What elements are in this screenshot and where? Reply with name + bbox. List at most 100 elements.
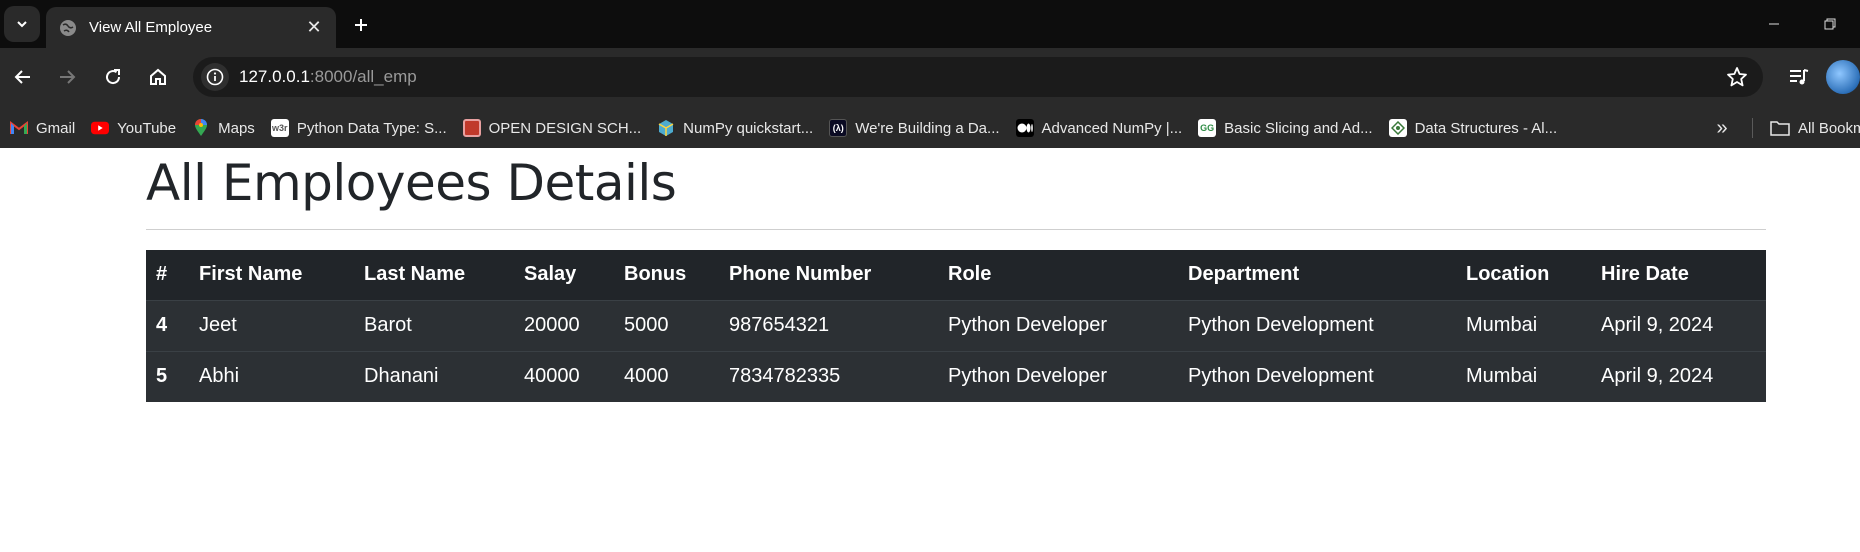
all-bookmarks-button[interactable]: All Bookmarks [1770,108,1860,148]
medium-icon [1015,119,1034,137]
header-phone-number: Phone Number [719,250,938,301]
profile-avatar[interactable] [1826,60,1860,94]
cell-first-name: Jeet [189,300,354,352]
bookmark-star-button[interactable] [1718,58,1756,96]
gfg-icon: GG [1198,119,1217,137]
bookmark-label: YouTube [117,119,177,137]
cell-location: Mumbai [1466,365,1538,388]
reload-button[interactable] [94,58,132,96]
cell-phone-number: 7834782335 [729,365,841,388]
page-title: All Employees Details [146,154,677,212]
cell-hire-date: April 9, 2024 [1601,365,1714,388]
youtube-icon [91,119,110,137]
site-info-icon[interactable] [201,63,229,91]
home-button[interactable] [139,58,177,96]
cell-last-name: Barot [354,300,514,352]
page-content: All Employees Details # First Name Last … [0,148,1860,552]
bookmark-label: Basic Slicing and Ad... [1224,119,1373,137]
cell-role: Python Developer [938,300,1178,352]
header-index: # [146,250,189,301]
bookmark-gmail[interactable]: Gmail [0,108,83,148]
forward-button[interactable] [48,58,86,96]
bookmark-advanced-numpy[interactable]: Advanced NumPy |... [1008,108,1191,148]
active-tab[interactable]: View All Employee ✕ [46,7,336,48]
header-role: Role [938,250,1178,301]
bookmark-open-design[interactable]: OPEN DESIGN SCH... [455,108,650,148]
header-salary: Salay [514,250,614,301]
minimize-button[interactable] [1746,0,1802,48]
header-department: Department [1178,250,1456,301]
cell-salary: 40000 [524,365,580,388]
cell-first-name: Abhi [199,365,240,388]
restore-button[interactable] [1802,0,1858,48]
cell-last-name: Dhanani [364,365,439,388]
bookmarks-bar: Gmail YouTube Maps w3r Python Data Type:… [0,108,1860,148]
arrow-left-icon [14,70,30,84]
restore-icon [1824,18,1836,30]
bookmark-label: OPEN DESIGN SCH... [488,119,642,137]
w3r-icon: w3r [270,119,289,137]
bookmark-label: We're Building a Da... [855,119,1000,137]
maps-icon [192,119,210,137]
url-text: 127.0.0.1:8000/all_emp [239,67,417,87]
media-control-button[interactable] [1780,58,1818,96]
bookmark-label: NumPy quickstart... [683,119,814,137]
bookmark-basic-slicing[interactable]: GG Basic Slicing and Ad... [1190,108,1380,148]
bookmark-label: Python Data Type: S... [296,119,447,137]
bookmark-label: Data Structures - Al... [1414,119,1558,137]
cell-bonus: 5000 [614,300,719,352]
url-path: :8000/all_emp [309,67,417,86]
header-location: Location [1456,250,1591,301]
new-tab-button[interactable] [346,10,376,40]
folder-icon [1770,121,1790,136]
bookmark-python-data-type[interactable]: w3r Python Data Type: S... [263,108,455,148]
bookmark-freecodecamp[interactable]: (λ) We're Building a Da... [821,108,1007,148]
bookmarks-divider [1752,118,1753,138]
tab-title: View All Employee [89,19,213,36]
all-bookmarks-label: All Bookmarks [1798,119,1860,137]
star-icon [1727,67,1747,87]
cell-index: 4 [146,300,189,352]
home-icon [150,68,166,85]
table-row: 4 Jeet Barot 20000 5000 987654321 Python… [146,300,1766,352]
datastructures-icon [1388,119,1407,137]
cell-hire-date: April 9, 2024 [1591,300,1766,352]
cell-index: 5 [156,365,168,388]
cell-department: Python Development [1188,365,1374,388]
bookmark-label: Advanced NumPy |... [1041,119,1183,137]
cell-salary: 20000 [514,300,614,352]
more-bookmarks-chevron-icon[interactable]: » [1706,108,1738,148]
arrow-right-icon [60,70,76,84]
back-button[interactable] [4,58,42,96]
bookmark-youtube[interactable]: YouTube [83,108,184,148]
header-first-name: First Name [189,250,354,301]
playlist-icon [1790,69,1809,85]
plus-icon [355,19,367,31]
header-last-name: Last Name [354,250,514,301]
cell-phone-number: 987654321 [719,300,938,352]
tab-search-button[interactable] [4,6,40,42]
table-header-row: # First Name Last Name Salay Bonus Phone… [146,250,1766,301]
bookmark-numpy-quickstart[interactable]: NumPy quickstart... [649,108,821,148]
title-divider [146,229,1766,230]
employees-table: # First Name Last Name Salay Bonus Phone… [146,250,1766,402]
design-icon [462,119,481,137]
gmail-icon [10,119,28,137]
minimize-icon [1769,23,1779,25]
bookmark-maps[interactable]: Maps [184,108,263,148]
bookmark-label: Gmail [36,119,76,137]
globe-icon [60,19,76,36]
bookmark-data-structures[interactable]: Data Structures - Al... [1381,108,1566,148]
cell-role: Python Developer [948,365,1107,388]
table-row: 5 Abhi Dhanani 40000 4000 7834782335 Pyt… [146,351,1766,402]
freecodecamp-icon: (λ) [829,119,848,137]
chevron-down-icon [17,21,27,28]
browser-toolbar: 127.0.0.1:8000/all_emp [0,48,1860,108]
close-tab-icon[interactable]: ✕ [300,14,328,42]
numpy-icon [657,119,675,137]
bookmark-label: Maps [218,119,255,137]
address-bar[interactable]: 127.0.0.1:8000/all_emp [193,57,1763,97]
header-bonus: Bonus [614,250,719,301]
cell-department: Python Development [1178,300,1456,352]
reload-icon [106,69,121,85]
